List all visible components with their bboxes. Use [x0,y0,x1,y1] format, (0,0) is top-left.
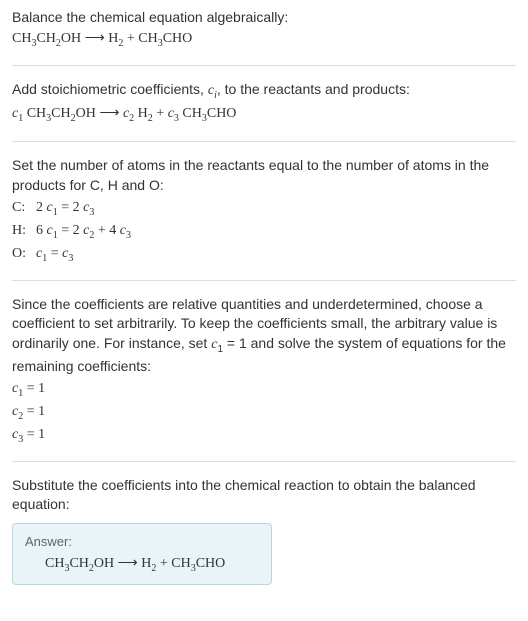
instruction-text: Set the number of atoms in the reactants… [12,156,516,195]
solution-list: c1 = 1 c2 = 1 c3 = 1 [12,378,516,446]
reaction-arrow: ⟶ [81,31,108,46]
instruction-text: Add stoichiometric coefficients, ci, to … [12,80,516,103]
section-add-coefficients: Add stoichiometric coefficients, ci, to … [12,80,516,142]
instruction-text: Substitute the coefficients into the che… [12,476,516,515]
balance-row-c: C:2 c1 = 2 c3 [12,197,516,220]
instruction-text: Balance the chemical equation algebraica… [12,8,516,28]
coefficient-equation: c1 CH3CH2OH ⟶ c2 H2 + c3 CH3CHO [12,103,516,127]
instruction-text: Since the coefficients are relative quan… [12,295,516,377]
section-solve: Since the coefficients are relative quan… [12,295,516,462]
section-atom-balance: Set the number of atoms in the reactants… [12,156,516,281]
product2-formula: CH3CHO [138,31,192,46]
solution-c2: c2 = 1 [12,401,516,424]
section-answer: Substitute the coefficients into the che… [12,476,516,599]
solution-c1: c1 = 1 [12,378,516,401]
balance-row-o: O:c1 = c3 [12,243,516,266]
balance-equations: C:2 c1 = 2 c3 H:6 c1 = 2 c2 + 4 c3 O:c1 … [12,197,516,265]
unbalanced-equation: CH3CH2OH ⟶ H2 + CH3CHO [12,28,516,52]
reactant-formula: CH3CH2OH [12,31,81,46]
balanced-equation: CH3CH2OH ⟶ H2 + CH3CHO [25,555,259,574]
product1-formula: H2 [108,31,123,46]
solution-c3: c3 = 1 [12,424,516,447]
balance-row-h: H:6 c1 = 2 c2 + 4 c3 [12,220,516,243]
answer-label: Answer: [25,534,259,549]
section-balance-instruction: Balance the chemical equation algebraica… [12,8,516,66]
answer-box: Answer: CH3CH2OH ⟶ H2 + CH3CHO [12,523,272,585]
